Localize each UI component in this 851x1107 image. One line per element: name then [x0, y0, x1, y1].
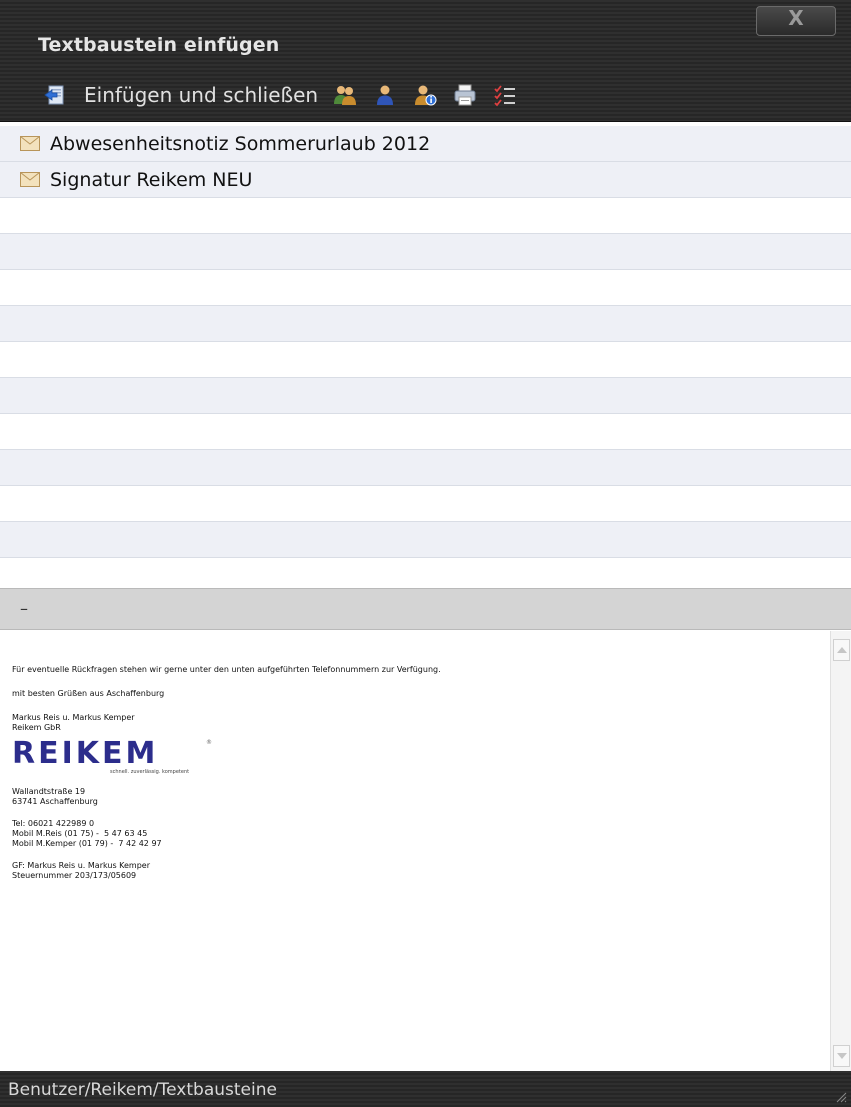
- empty-row: [0, 234, 851, 270]
- reikem-logo: REIKEM schnell. zuverlässig. kompetent ®: [12, 739, 217, 779]
- preview-content: Für eventuelle Rückfragen stehen wir ger…: [12, 641, 822, 881]
- preview-line: GF: Markus Reis u. Markus Kemper: [12, 861, 151, 870]
- splitter-label: –: [20, 599, 28, 618]
- list-item-label: Signatur Reikem NEU: [50, 168, 253, 191]
- preview-line: 63741 Aschaffenburg: [12, 797, 98, 806]
- envelope-icon: [20, 136, 40, 151]
- checklist-icon[interactable]: [492, 82, 518, 108]
- close-button[interactable]: X: [756, 6, 836, 36]
- status-bar: Benutzer/Reikem/Textbausteine: [0, 1071, 851, 1107]
- preview-line: Markus Reis u. Markus Kemper: [12, 713, 135, 722]
- empty-row: [0, 450, 851, 486]
- empty-row: [0, 522, 851, 558]
- envelope-icon: [20, 172, 40, 187]
- logo-tagline: schnell. zuverlässig. kompetent: [110, 769, 190, 775]
- chevron-down-icon: [836, 1053, 847, 1059]
- preview-line: Für eventuelle Rückfragen stehen wir ger…: [12, 665, 441, 674]
- empty-row: [0, 486, 851, 522]
- insert-icon: [42, 82, 68, 108]
- empty-row: [0, 414, 851, 450]
- preview-line: Reikem GbR: [12, 723, 61, 732]
- toolbar: Einfügen und schließen: [42, 77, 518, 113]
- empty-row: [0, 342, 851, 378]
- empty-row: [0, 198, 851, 234]
- users-icon[interactable]: [332, 82, 358, 108]
- insert-and-close-button[interactable]: Einfügen und schließen: [42, 82, 318, 108]
- preview-line: Mobil M.Reis (01 75) - 5 47 63 45: [12, 829, 148, 838]
- preview-line: mit besten Grüßen aus Aschaffenburg: [12, 689, 165, 698]
- insert-and-close-label: Einfügen und schließen: [84, 83, 319, 107]
- textblock-list: Abwesenheitsnotiz Sommerurlaub 2012 Sign…: [0, 126, 851, 586]
- scroll-up-button[interactable]: [833, 639, 850, 661]
- preview-line: Wallandtstraße 19: [12, 787, 86, 796]
- printer-icon[interactable]: [452, 82, 478, 108]
- preview-scrollbar[interactable]: [830, 631, 851, 1071]
- window-title: Textbaustein einfügen: [38, 34, 280, 56]
- empty-row: [0, 378, 851, 414]
- logo-registered-mark: ®: [206, 739, 212, 746]
- user-info-icon[interactable]: [412, 82, 438, 108]
- empty-row: [0, 306, 851, 342]
- splitter-bar[interactable]: –: [0, 588, 851, 630]
- preview-line: Tel: 06021 422989 0: [12, 819, 95, 828]
- preview-line: Mobil M.Kemper (01 79) - 7 42 42 97: [12, 839, 162, 848]
- status-path: Benutzer/Reikem/Textbausteine: [8, 1080, 277, 1100]
- scroll-down-button[interactable]: [833, 1045, 850, 1067]
- logo-text: REIKEM: [12, 736, 159, 771]
- close-icon: X: [788, 6, 804, 30]
- list-item[interactable]: Abwesenheitsnotiz Sommerurlaub 2012: [0, 126, 851, 162]
- resize-grip-icon[interactable]: [833, 1089, 847, 1103]
- list-item-label: Abwesenheitsnotiz Sommerurlaub 2012: [50, 132, 431, 155]
- dialog-header: Textbaustein einfügen X Einfügen und sch…: [0, 0, 851, 122]
- empty-row: [0, 270, 851, 306]
- preview-pane: Für eventuelle Rückfragen stehen wir ger…: [0, 631, 851, 1071]
- preview-line: Steuernummer 203/173/05609: [12, 871, 137, 880]
- chevron-up-icon: [836, 647, 847, 653]
- user-icon[interactable]: [372, 82, 398, 108]
- list-item[interactable]: Signatur Reikem NEU: [0, 162, 851, 198]
